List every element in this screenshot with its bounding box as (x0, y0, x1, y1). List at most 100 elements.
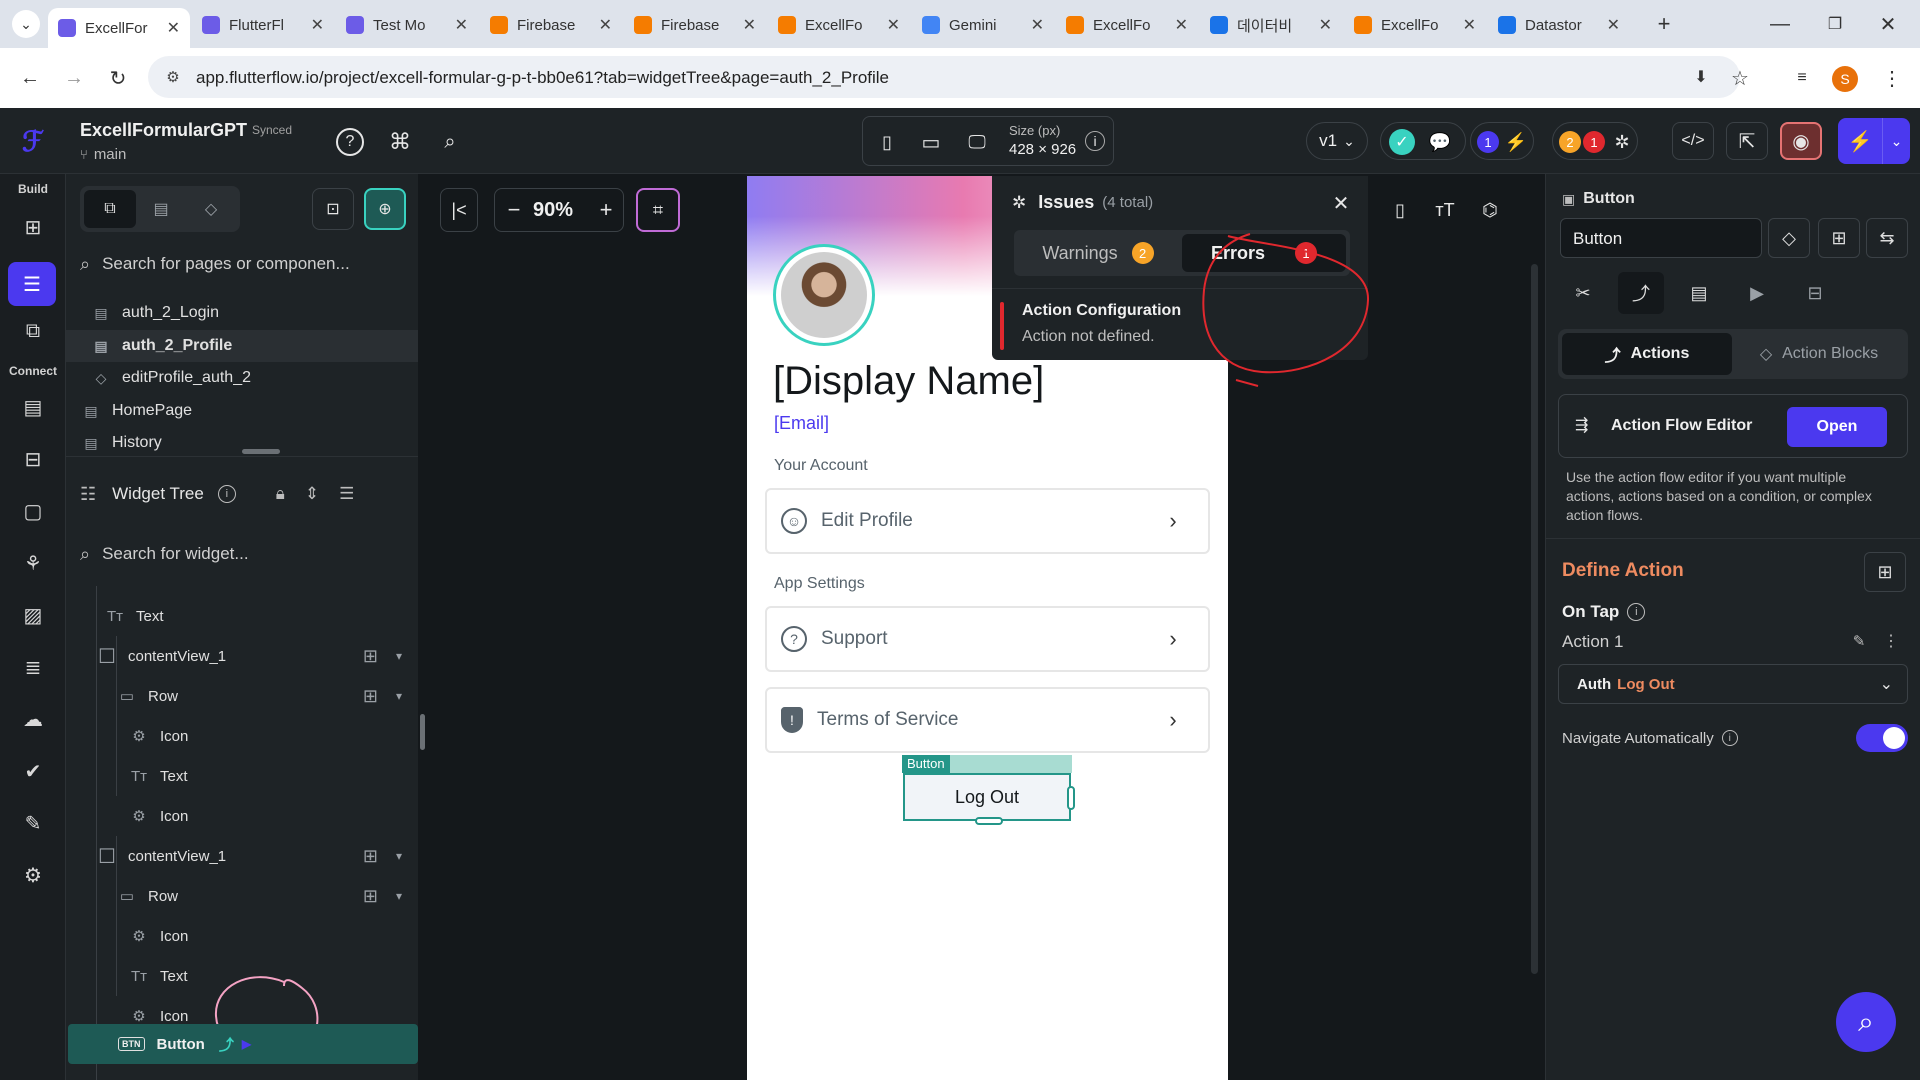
phone-device-icon[interactable]: ▯ (875, 129, 899, 155)
zoom-out-icon[interactable]: − (499, 195, 529, 225)
add-folder-icon[interactable]: ⊡ (312, 188, 354, 230)
page-item[interactable]: ▤ HomePage (66, 395, 418, 427)
browser-tab[interactable]: Firebase ✕ (480, 8, 622, 42)
logout-button[interactable]: Log Out (903, 773, 1071, 821)
backend-query-tab-icon[interactable]: ▤ (1676, 272, 1722, 314)
tab-close-icon[interactable]: ✕ (1463, 15, 1476, 35)
browser-tab[interactable]: ExcellFo ✕ (768, 8, 910, 42)
page-item[interactable]: ◇ editProfile_auth_2 (66, 362, 418, 394)
caret-down-icon[interactable]: ▾ (396, 649, 402, 663)
widget-tree-item[interactable]: Tт Text (128, 958, 418, 994)
browser-tab[interactable]: ExcellFo ✕ (1344, 8, 1486, 42)
browser-tab[interactable]: ExcellFor ✕ (48, 8, 190, 48)
settings-gear-icon[interactable]: ⚙ (18, 860, 48, 890)
widget-name-field[interactable]: Button (1560, 218, 1762, 258)
open-external-icon[interactable]: ⇱ (1726, 122, 1768, 160)
browser-tab[interactable]: 데이터비 ✕ (1200, 8, 1342, 42)
components-tab-icon[interactable]: ▤ (136, 190, 186, 228)
caret-down-icon[interactable]: ▾ (396, 689, 402, 703)
expand-collapse-icon[interactable]: ⇕ (305, 484, 319, 504)
browser-tab[interactable]: ExcellFo ✕ (1056, 8, 1198, 42)
close-window-icon[interactable]: ✕ (1868, 8, 1908, 40)
action-more-icon[interactable]: ⋮ (1880, 630, 1902, 652)
add-page-icon[interactable]: ⊕ (364, 188, 406, 230)
widget-tree-item[interactable]: ▭ Row ⊞ ▾ (116, 878, 418, 914)
widget-tree-item[interactable]: ☐ contentView_1 ⊞ ▾ (96, 838, 418, 874)
resize-handle-right[interactable] (1067, 786, 1075, 810)
run-dropdown-icon[interactable]: ⌄ (1882, 118, 1910, 164)
tab-action-blocks[interactable]: ◇ Action Blocks (1734, 333, 1904, 375)
tab-close-icon[interactable]: ✕ (1607, 15, 1620, 35)
storyboard-icon[interactable]: ⧉ (18, 316, 48, 346)
tab-close-icon[interactable]: ✕ (311, 15, 324, 35)
tab-close-icon[interactable]: ✕ (743, 15, 756, 35)
site-info-icon[interactable]: ⚙ (162, 66, 184, 88)
pages-tree-icon[interactable]: ☰ (8, 262, 56, 306)
library-diamond-icon[interactable]: ◇ (1768, 218, 1810, 258)
branch-selector[interactable]: ⑂ main (80, 146, 126, 163)
caret-down-icon[interactable]: ▾ (396, 849, 402, 863)
wrap-widget-icon[interactable]: ⇆ (1866, 218, 1908, 258)
support-chat-icon[interactable]: ⌕ (1836, 992, 1896, 1052)
preview-eye-icon[interactable]: ◉ (1780, 122, 1822, 160)
bookmark-star-icon[interactable]: ☆ (1724, 62, 1756, 94)
browser-tab[interactable]: Firebase ✕ (624, 8, 766, 42)
comments-icon[interactable]: 💬 (1427, 129, 1453, 155)
media-controls-icon[interactable]: ≡ (1786, 62, 1818, 94)
code-view-icon[interactable]: </> (1672, 122, 1714, 160)
forward-icon[interactable]: → (58, 62, 90, 94)
add-child-icon[interactable]: ⊞ (363, 886, 378, 907)
tab-close-icon[interactable]: ✕ (167, 18, 180, 38)
app-state-icon[interactable]: ⚘ (18, 548, 48, 578)
browser-tab[interactable]: FlutterFl ✕ (192, 8, 334, 42)
widget-tree-item[interactable]: ▭ Row ⊞ ▾ (116, 678, 418, 714)
browser-tab[interactable]: Test Mo ✕ (336, 8, 478, 42)
open-flow-editor-button[interactable]: Open (1787, 407, 1887, 447)
search-icon[interactable]: ⌕ (436, 128, 464, 156)
text-scale-icon[interactable]: тT (1425, 188, 1465, 232)
checkbox-icon[interactable]: ☐ (96, 844, 118, 869)
browser-tab[interactable]: Datastor ✕ (1488, 8, 1630, 42)
browser-tab[interactable]: Gemini ✕ (912, 8, 1054, 42)
edit-profile-card[interactable]: ☺ Edit Profile › (765, 488, 1210, 554)
tab-close-icon[interactable]: ✕ (599, 15, 612, 35)
widget-tree-item[interactable]: Tт Text (104, 598, 418, 634)
page-item[interactable]: ▤ auth_2_Login (66, 297, 418, 329)
issues-pill[interactable]: 2 1 ✲ (1552, 122, 1638, 160)
page-item[interactable]: ▤ History (66, 427, 418, 459)
info-icon[interactable]: i (1721, 730, 1738, 746)
tab-warnings[interactable]: Warnings 2 (1018, 234, 1178, 272)
flutterflow-logo-icon[interactable]: ℱ (14, 122, 52, 160)
terms-card[interactable]: ! Terms of Service › (765, 687, 1210, 753)
tree-options-icon[interactable]: ☰ (339, 484, 354, 504)
add-child-icon[interactable]: ⊞ (363, 686, 378, 707)
navigate-auto-toggle[interactable] (1856, 724, 1908, 752)
action-select[interactable]: Auth Log Out ⌄ (1558, 664, 1908, 704)
minimize-icon[interactable]: — (1760, 8, 1800, 40)
restore-icon[interactable]: ❐ (1815, 8, 1855, 40)
widget-tree-item[interactable]: ⚙ Icon (128, 718, 418, 754)
collapse-panel-icon[interactable]: |< (440, 188, 478, 232)
reload-icon[interactable]: ↻ (102, 62, 134, 94)
help-icon[interactable]: ? (336, 128, 364, 156)
check-status-icon[interactable]: ✓ (1389, 129, 1415, 155)
widget-tree-item[interactable]: ☐ contentView_1 ⊞ ▾ (96, 638, 418, 674)
back-icon[interactable]: ← (14, 62, 46, 94)
selected-tree-item-button[interactable]: BTN Button ⤴ ▶ (68, 1024, 418, 1064)
data-types-icon[interactable]: ▤ (18, 392, 48, 422)
profile-avatar[interactable]: S (1832, 66, 1858, 92)
canvas-tool-icon[interactable]: ⌗ (636, 188, 680, 232)
command-icon[interactable]: ⌘ (386, 128, 414, 156)
tab-close-icon[interactable]: ✕ (1031, 15, 1044, 35)
tab-errors[interactable]: Errors 1 (1182, 234, 1346, 272)
tests-icon[interactable]: ✔ (18, 756, 48, 786)
add-widget-child-icon[interactable]: ⊞ (1818, 218, 1860, 258)
tab-close-icon[interactable]: ✕ (887, 15, 900, 35)
pages-tab-icon[interactable]: ⧉ (84, 190, 136, 228)
error-item[interactable]: Action Configuration Action not defined. (1000, 300, 1360, 352)
api-calls-icon[interactable]: ▢ (18, 496, 48, 526)
blue-count-badge[interactable]: 1 (1477, 131, 1499, 153)
page-search[interactable]: ⌕ Search for pages or componen... (80, 246, 414, 282)
info-icon[interactable]: i (1627, 603, 1646, 621)
actions-tab-icon[interactable]: ⤴ (1618, 272, 1664, 314)
